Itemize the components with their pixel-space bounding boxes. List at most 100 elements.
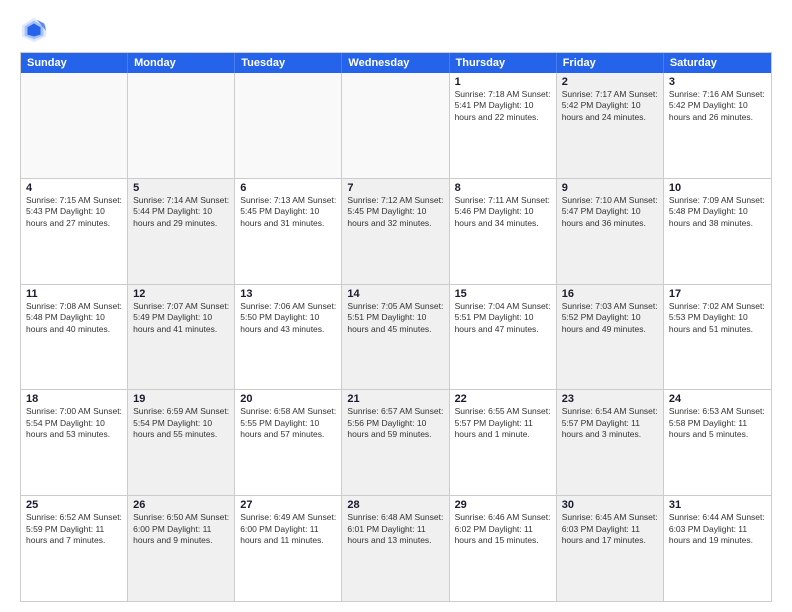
calendar-header-cell: Friday: [557, 53, 664, 73]
calendar-cell: 4Sunrise: 7:15 AM Sunset: 5:43 PM Daylig…: [21, 179, 128, 284]
calendar-cell: 11Sunrise: 7:08 AM Sunset: 5:48 PM Dayli…: [21, 285, 128, 390]
calendar-cell: 5Sunrise: 7:14 AM Sunset: 5:44 PM Daylig…: [128, 179, 235, 284]
calendar-cell: 24Sunrise: 6:53 AM Sunset: 5:58 PM Dayli…: [664, 390, 771, 495]
cell-content: Sunrise: 6:46 AM Sunset: 6:02 PM Dayligh…: [455, 512, 551, 546]
cell-content: Sunrise: 7:10 AM Sunset: 5:47 PM Dayligh…: [562, 195, 658, 229]
day-number: 4: [26, 182, 122, 194]
calendar-cell: 15Sunrise: 7:04 AM Sunset: 5:51 PM Dayli…: [450, 285, 557, 390]
calendar-cell: 7Sunrise: 7:12 AM Sunset: 5:45 PM Daylig…: [342, 179, 449, 284]
cell-content: Sunrise: 6:50 AM Sunset: 6:00 PM Dayligh…: [133, 512, 229, 546]
cell-content: Sunrise: 6:54 AM Sunset: 5:57 PM Dayligh…: [562, 406, 658, 440]
logo: [20, 16, 52, 44]
header: [20, 16, 772, 44]
day-number: 25: [26, 499, 122, 511]
day-number: 16: [562, 288, 658, 300]
cell-content: Sunrise: 7:11 AM Sunset: 5:46 PM Dayligh…: [455, 195, 551, 229]
calendar-cell: 22Sunrise: 6:55 AM Sunset: 5:57 PM Dayli…: [450, 390, 557, 495]
calendar-header-cell: Thursday: [450, 53, 557, 73]
day-number: 3: [669, 76, 766, 88]
calendar-cell: 19Sunrise: 6:59 AM Sunset: 5:54 PM Dayli…: [128, 390, 235, 495]
calendar-cell: 13Sunrise: 7:06 AM Sunset: 5:50 PM Dayli…: [235, 285, 342, 390]
calendar-cell: 23Sunrise: 6:54 AM Sunset: 5:57 PM Dayli…: [557, 390, 664, 495]
cell-content: Sunrise: 7:12 AM Sunset: 5:45 PM Dayligh…: [347, 195, 443, 229]
cell-content: Sunrise: 7:04 AM Sunset: 5:51 PM Dayligh…: [455, 301, 551, 335]
calendar-header-cell: Monday: [128, 53, 235, 73]
day-number: 11: [26, 288, 122, 300]
calendar-cell: 9Sunrise: 7:10 AM Sunset: 5:47 PM Daylig…: [557, 179, 664, 284]
calendar-cell: 21Sunrise: 6:57 AM Sunset: 5:56 PM Dayli…: [342, 390, 449, 495]
calendar-header-cell: Tuesday: [235, 53, 342, 73]
day-number: 27: [240, 499, 336, 511]
cell-content: Sunrise: 7:05 AM Sunset: 5:51 PM Dayligh…: [347, 301, 443, 335]
day-number: 8: [455, 182, 551, 194]
day-number: 19: [133, 393, 229, 405]
day-number: 20: [240, 393, 336, 405]
cell-content: Sunrise: 7:08 AM Sunset: 5:48 PM Dayligh…: [26, 301, 122, 335]
day-number: 13: [240, 288, 336, 300]
day-number: 17: [669, 288, 766, 300]
day-number: 14: [347, 288, 443, 300]
calendar-cell: [342, 73, 449, 178]
cell-content: Sunrise: 6:55 AM Sunset: 5:57 PM Dayligh…: [455, 406, 551, 440]
cell-content: Sunrise: 6:53 AM Sunset: 5:58 PM Dayligh…: [669, 406, 766, 440]
cell-content: Sunrise: 7:07 AM Sunset: 5:49 PM Dayligh…: [133, 301, 229, 335]
cell-content: Sunrise: 7:03 AM Sunset: 5:52 PM Dayligh…: [562, 301, 658, 335]
day-number: 9: [562, 182, 658, 194]
calendar-header: SundayMondayTuesdayWednesdayThursdayFrid…: [21, 53, 771, 73]
day-number: 29: [455, 499, 551, 511]
calendar-cell: 16Sunrise: 7:03 AM Sunset: 5:52 PM Dayli…: [557, 285, 664, 390]
day-number: 22: [455, 393, 551, 405]
cell-content: Sunrise: 7:00 AM Sunset: 5:54 PM Dayligh…: [26, 406, 122, 440]
calendar-row: 11Sunrise: 7:08 AM Sunset: 5:48 PM Dayli…: [21, 285, 771, 391]
cell-content: Sunrise: 7:14 AM Sunset: 5:44 PM Dayligh…: [133, 195, 229, 229]
calendar-cell: [128, 73, 235, 178]
calendar-row: 18Sunrise: 7:00 AM Sunset: 5:54 PM Dayli…: [21, 390, 771, 496]
cell-content: Sunrise: 7:02 AM Sunset: 5:53 PM Dayligh…: [669, 301, 766, 335]
cell-content: Sunrise: 7:15 AM Sunset: 5:43 PM Dayligh…: [26, 195, 122, 229]
calendar-cell: 25Sunrise: 6:52 AM Sunset: 5:59 PM Dayli…: [21, 496, 128, 601]
cell-content: Sunrise: 6:57 AM Sunset: 5:56 PM Dayligh…: [347, 406, 443, 440]
calendar-cell: 18Sunrise: 7:00 AM Sunset: 5:54 PM Dayli…: [21, 390, 128, 495]
day-number: 7: [347, 182, 443, 194]
day-number: 5: [133, 182, 229, 194]
cell-content: Sunrise: 6:45 AM Sunset: 6:03 PM Dayligh…: [562, 512, 658, 546]
cell-content: Sunrise: 6:44 AM Sunset: 6:03 PM Dayligh…: [669, 512, 766, 546]
day-number: 30: [562, 499, 658, 511]
calendar-cell: 28Sunrise: 6:48 AM Sunset: 6:01 PM Dayli…: [342, 496, 449, 601]
day-number: 10: [669, 182, 766, 194]
day-number: 6: [240, 182, 336, 194]
calendar-cell: 17Sunrise: 7:02 AM Sunset: 5:53 PM Dayli…: [664, 285, 771, 390]
calendar-cell: [21, 73, 128, 178]
calendar-cell: [235, 73, 342, 178]
calendar-row: 25Sunrise: 6:52 AM Sunset: 5:59 PM Dayli…: [21, 496, 771, 601]
day-number: 28: [347, 499, 443, 511]
calendar-cell: 31Sunrise: 6:44 AM Sunset: 6:03 PM Dayli…: [664, 496, 771, 601]
calendar-header-cell: Saturday: [664, 53, 771, 73]
calendar-cell: 6Sunrise: 7:13 AM Sunset: 5:45 PM Daylig…: [235, 179, 342, 284]
calendar-header-cell: Wednesday: [342, 53, 449, 73]
day-number: 23: [562, 393, 658, 405]
day-number: 2: [562, 76, 658, 88]
day-number: 26: [133, 499, 229, 511]
calendar-cell: 27Sunrise: 6:49 AM Sunset: 6:00 PM Dayli…: [235, 496, 342, 601]
calendar-header-cell: Sunday: [21, 53, 128, 73]
calendar-row: 1Sunrise: 7:18 AM Sunset: 5:41 PM Daylig…: [21, 73, 771, 179]
calendar-row: 4Sunrise: 7:15 AM Sunset: 5:43 PM Daylig…: [21, 179, 771, 285]
calendar-cell: 8Sunrise: 7:11 AM Sunset: 5:46 PM Daylig…: [450, 179, 557, 284]
calendar: SundayMondayTuesdayWednesdayThursdayFrid…: [20, 52, 772, 602]
day-number: 12: [133, 288, 229, 300]
cell-content: Sunrise: 7:18 AM Sunset: 5:41 PM Dayligh…: [455, 89, 551, 123]
calendar-cell: 1Sunrise: 7:18 AM Sunset: 5:41 PM Daylig…: [450, 73, 557, 178]
calendar-cell: 20Sunrise: 6:58 AM Sunset: 5:55 PM Dayli…: [235, 390, 342, 495]
cell-content: Sunrise: 7:13 AM Sunset: 5:45 PM Dayligh…: [240, 195, 336, 229]
calendar-cell: 26Sunrise: 6:50 AM Sunset: 6:00 PM Dayli…: [128, 496, 235, 601]
logo-icon: [20, 16, 48, 44]
day-number: 1: [455, 76, 551, 88]
calendar-cell: 10Sunrise: 7:09 AM Sunset: 5:48 PM Dayli…: [664, 179, 771, 284]
calendar-cell: 29Sunrise: 6:46 AM Sunset: 6:02 PM Dayli…: [450, 496, 557, 601]
day-number: 18: [26, 393, 122, 405]
cell-content: Sunrise: 7:17 AM Sunset: 5:42 PM Dayligh…: [562, 89, 658, 123]
cell-content: Sunrise: 6:49 AM Sunset: 6:00 PM Dayligh…: [240, 512, 336, 546]
calendar-body: 1Sunrise: 7:18 AM Sunset: 5:41 PM Daylig…: [21, 73, 771, 601]
calendar-cell: 2Sunrise: 7:17 AM Sunset: 5:42 PM Daylig…: [557, 73, 664, 178]
